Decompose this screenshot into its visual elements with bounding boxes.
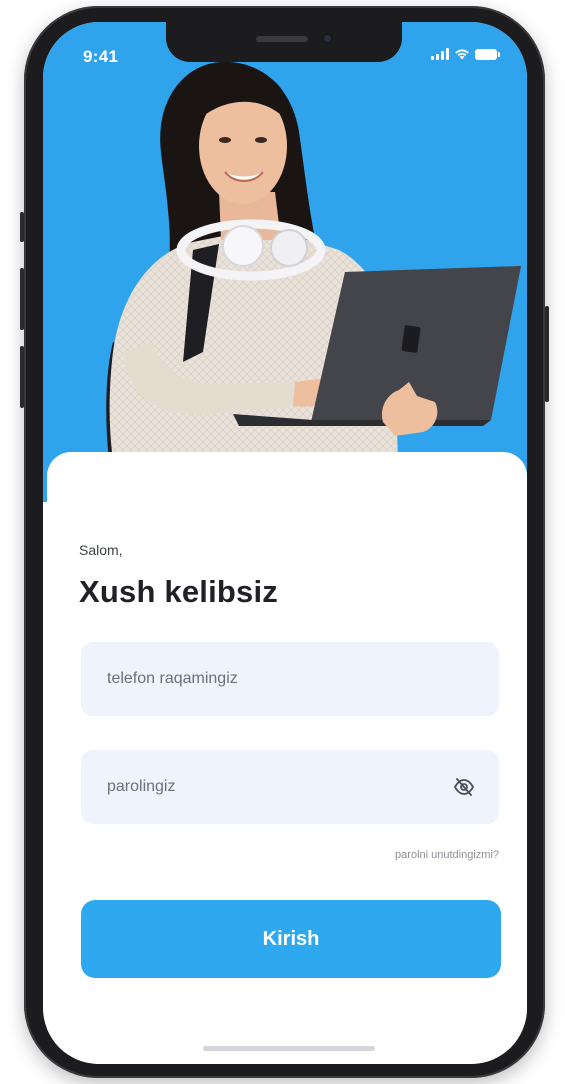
silent-switch xyxy=(20,212,24,242)
status-time: 9:41 xyxy=(83,47,119,66)
password-field[interactable] xyxy=(81,750,499,824)
volume-up-button xyxy=(20,268,24,330)
eye-off-icon[interactable] xyxy=(453,777,475,797)
welcome-title: Xush kelibsiz xyxy=(79,574,278,609)
volume-down-button xyxy=(20,346,24,408)
front-camera-icon xyxy=(322,33,333,44)
login-button[interactable]: Kirish xyxy=(81,900,501,978)
password-input[interactable] xyxy=(81,750,499,824)
hero-banner xyxy=(43,22,527,502)
app-screenshot: 9:41 Salom, Xush kelibsiz telefon raqami… xyxy=(0,0,565,1084)
forgot-password-link[interactable]: parolni unutdingizmi? xyxy=(395,849,499,861)
speaker-grille xyxy=(256,36,308,42)
wifi-icon xyxy=(455,49,469,60)
status-icons xyxy=(431,48,500,60)
phone-input[interactable] xyxy=(81,642,499,716)
power-button xyxy=(545,306,549,402)
phone-field[interactable] xyxy=(81,642,499,716)
phone-screen: 9:41 Salom, Xush kelibsiz telefon raqami… xyxy=(43,22,527,1064)
student-with-laptop-image xyxy=(106,61,521,492)
login-card: Salom, Xush kelibsiz parolni unutdingizm… xyxy=(47,452,527,1064)
greeting-text: Salom, xyxy=(79,542,123,558)
cellular-signal-icon xyxy=(431,48,449,60)
home-indicator xyxy=(203,1046,375,1051)
notch xyxy=(166,22,402,62)
battery-icon xyxy=(475,49,500,60)
